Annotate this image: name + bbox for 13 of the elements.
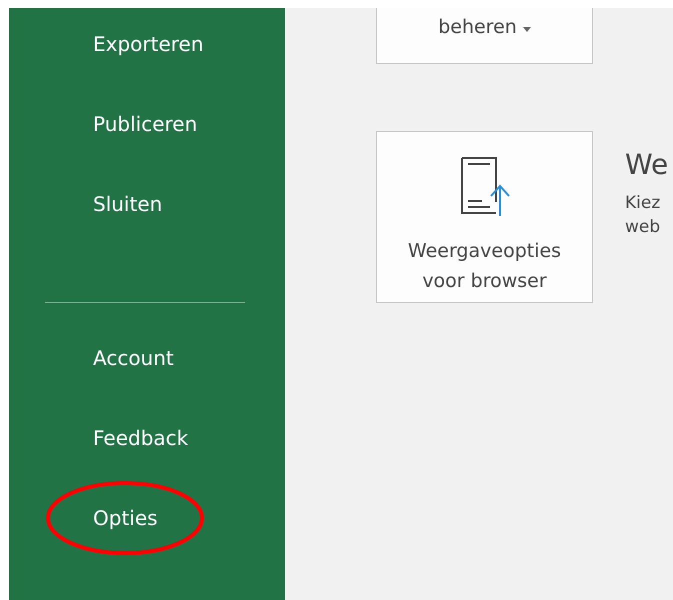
- manage-button[interactable]: beheren: [376, 8, 593, 64]
- document-upload-icon: [460, 156, 510, 216]
- menu-item[interactable]: Feedback: [93, 426, 188, 450]
- caret-icon: [522, 27, 531, 32]
- menu-item[interactable]: Sluiten: [93, 192, 162, 216]
- menu-item[interactable]: Opties: [93, 506, 158, 530]
- menu-item[interactable]: Publiceren: [93, 112, 198, 136]
- menu-item[interactable]: Exporteren: [93, 32, 204, 56]
- section-description: Kiez: [625, 192, 662, 215]
- section-title: We: [625, 147, 668, 183]
- section-description: web: [625, 216, 662, 239]
- menu-item[interactable]: Account: [93, 346, 174, 370]
- browser-options-button[interactable]: Weergaveopties voor browser: [376, 131, 593, 303]
